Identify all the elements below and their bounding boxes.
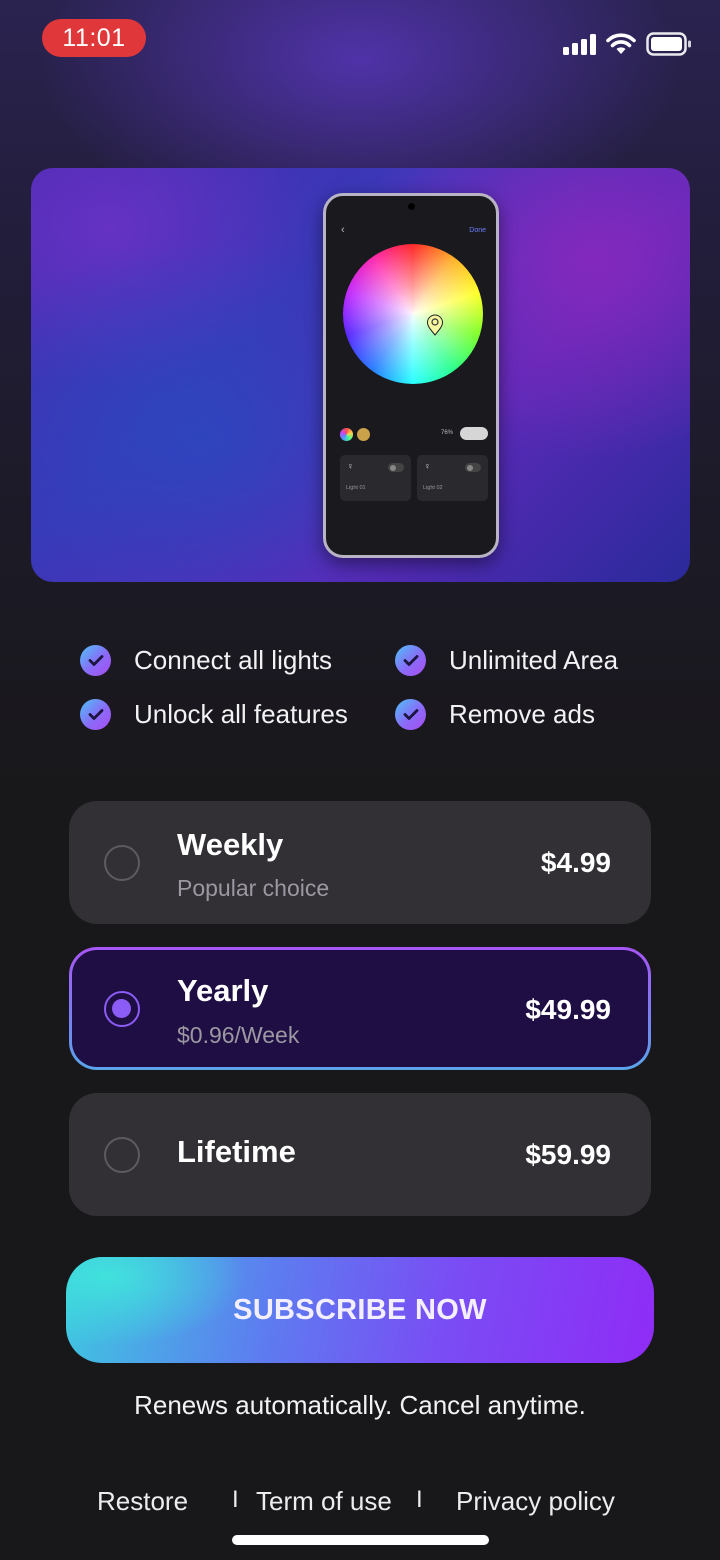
plan-lifetime[interactable]: Lifetime $59.99 <box>69 1093 651 1216</box>
check-icon <box>395 698 426 730</box>
light-card-label: Light 02 <box>423 485 443 491</box>
feature-label: Remove ads <box>449 698 595 729</box>
brightness-value: 76% <box>441 430 454 436</box>
light-card: ♀ Light 01 <box>340 455 411 501</box>
footer-separator: I <box>416 1486 423 1513</box>
privacy-link[interactable]: Privacy policy <box>456 1486 615 1517</box>
subscribe-button[interactable]: SUBSCRIBE NOW <box>66 1257 654 1363</box>
plan-name: Lifetime <box>177 1134 296 1169</box>
hero-image: ‹ Done 76% ♀ Light 01 ♀ Light 02 <box>31 168 690 582</box>
renew-notice: Renews automatically. Cancel anytime. <box>134 1390 586 1420</box>
radio-dot <box>112 999 131 1018</box>
check-icon <box>395 644 426 676</box>
feature-label: Unlock all features <box>134 698 348 729</box>
plan-subtitle: $0.96/Week <box>177 1022 300 1048</box>
check-icon <box>80 698 111 730</box>
bulb-pin-icon <box>426 314 444 336</box>
color-swatches <box>340 428 370 441</box>
plan-price: $4.99 <box>540 847 611 878</box>
light-card: ♀ Light 02 <box>417 455 488 501</box>
check-icon <box>80 644 111 676</box>
phone-done-label: Done <box>469 227 486 234</box>
light-switch <box>465 463 481 472</box>
feature-unlimited-area: Unlimited Area <box>395 642 618 678</box>
plan-subtitle: Popular choice <box>177 875 330 901</box>
feature-label: Unlimited Area <box>449 644 619 675</box>
wifi-icon <box>606 33 636 54</box>
feature-connect-lights: Connect all lights <box>80 642 332 678</box>
signal-icon <box>563 33 599 55</box>
terms-link[interactable]: Term of use <box>256 1486 392 1517</box>
feature-label: Connect all lights <box>134 644 332 675</box>
color-wheel <box>343 244 483 384</box>
light-switch <box>388 463 404 472</box>
camera-notch <box>408 203 415 210</box>
bulb-icon: ♀ <box>424 461 431 471</box>
feature-unlock-features: Unlock all features <box>80 696 348 732</box>
status-time: 11:01 <box>42 19 146 57</box>
plan-price: $59.99 <box>525 1139 611 1170</box>
battery-icon <box>646 32 691 56</box>
plan-price: $49.99 <box>525 994 611 1025</box>
plan-name: Yearly <box>177 973 269 1008</box>
bulb-icon: ♀ <box>347 461 354 471</box>
plan-weekly[interactable]: Weekly Popular choice $4.99 <box>69 801 651 924</box>
light-card-label: Light 01 <box>346 485 366 491</box>
brightness-toggle <box>460 427 488 440</box>
home-indicator[interactable] <box>232 1535 489 1545</box>
phone-mockup: ‹ Done 76% ♀ Light 01 ♀ Light 02 <box>323 193 499 558</box>
radio-button-selected[interactable] <box>104 991 140 1027</box>
footer-separator: I <box>232 1486 239 1513</box>
plan-yearly[interactable]: Yearly $0.96/Week $49.99 <box>69 947 651 1070</box>
swatch-rainbow <box>340 428 353 441</box>
radio-button[interactable] <box>104 845 140 881</box>
feature-remove-ads: Remove ads <box>395 696 595 732</box>
plan-name: Weekly <box>177 827 284 862</box>
radio-button[interactable] <box>104 1137 140 1173</box>
chevron-left-icon: ‹ <box>341 224 345 236</box>
swatch-warm <box>357 428 370 441</box>
restore-link[interactable]: Restore <box>97 1486 188 1517</box>
status-bar: 11:01 <box>0 0 720 80</box>
